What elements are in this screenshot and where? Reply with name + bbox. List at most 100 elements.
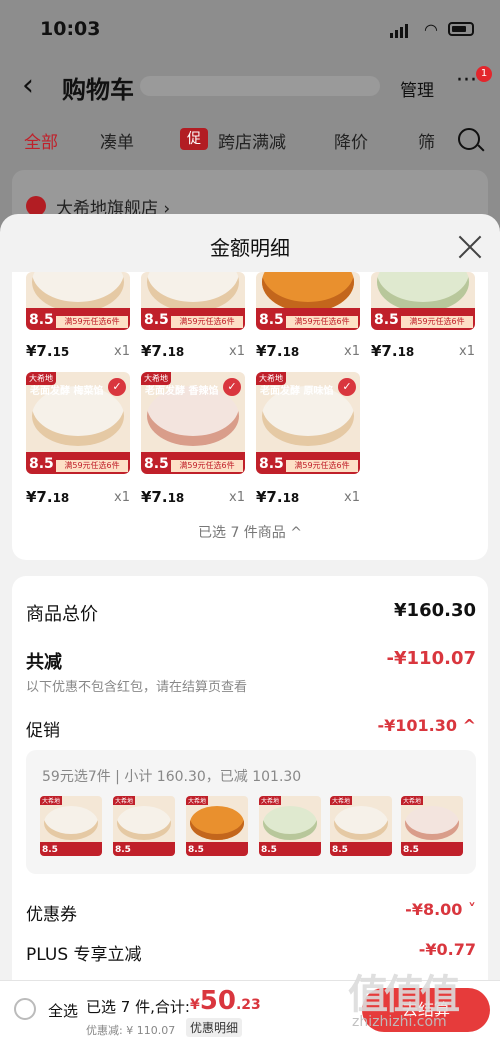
promo-thumb: 大希地 8.5: [186, 796, 248, 856]
thumb-price: 8.5: [374, 312, 399, 328]
plus-discount-label: PLUS 专享立减: [26, 945, 142, 965]
promo-thumb: 大希地 8.5: [113, 796, 175, 856]
tab-price-drop[interactable]: 降价: [334, 128, 368, 153]
page-title: 购物车: [62, 76, 134, 104]
selected-items-toggle[interactable]: 已选 7 件商品 ^: [0, 522, 500, 542]
mini-price: 8.5: [188, 845, 204, 855]
mini-brand: 大希地: [401, 796, 424, 805]
thumb-tagline: 老面发酵 原味馅: [260, 386, 334, 397]
tab-all[interactable]: 全部: [24, 128, 58, 153]
promo-thumb: 大希地 8.5: [401, 796, 463, 856]
product-price: ¥7.18: [256, 342, 300, 360]
plus-discount-value: -¥0.77: [418, 940, 476, 959]
back-arrow-icon[interactable]: ‹: [22, 68, 34, 103]
product-qty: x1: [344, 344, 360, 359]
checked-icon: ✓: [108, 378, 126, 396]
promo-thumb: 大希地 8.5: [330, 796, 392, 856]
manage-button[interactable]: 管理: [400, 76, 434, 101]
thumb-deal: 满59元任选6件: [401, 316, 473, 328]
discount-detail-button[interactable]: 优惠明细: [186, 1018, 243, 1037]
thumb-price: 8.5: [259, 456, 284, 472]
product-price: ¥7.18: [371, 342, 415, 360]
product-qty: x1: [114, 344, 130, 359]
wifi-icon: ◠: [424, 20, 438, 39]
status-bar: 10:03 ◠: [0, 0, 500, 54]
coupon-value[interactable]: -¥8.00 ˅: [405, 900, 476, 919]
promo-tag-icon: 促: [180, 128, 208, 150]
thumb-price: 8.5: [29, 456, 54, 472]
discount-amount: 优惠减: ¥ 110.07: [86, 1024, 176, 1037]
mini-price: 8.5: [115, 845, 131, 855]
reduction-label: 共减: [26, 652, 62, 673]
product-thumb[interactable]: 8.5 满59元任选6件: [371, 272, 475, 330]
tab-filter[interactable]: 筛: [418, 128, 435, 153]
more-icon[interactable]: ···: [456, 68, 477, 93]
reduction-note: 以下优惠不包含红包，请在结算页查看: [26, 680, 248, 695]
product-thumb[interactable]: 8.5 满59元任选6件: [141, 272, 245, 330]
mini-brand: 大希地: [259, 796, 282, 805]
sheet-title: 金额明细: [210, 236, 290, 260]
product-qty: x1: [344, 490, 360, 505]
promo-thumb: 大希地 8.5: [40, 796, 102, 856]
mini-price: 8.5: [261, 845, 277, 855]
thumb-deal: 满59元任选6件: [171, 316, 243, 328]
mini-price: 8.5: [42, 845, 58, 855]
thumb-tagline: 老面发酵 梅菜馅: [30, 386, 104, 397]
total-price-value: ¥160.30: [394, 600, 476, 621]
thumb-brand: 大希地: [141, 372, 171, 385]
product-price: ¥7.18: [26, 488, 70, 506]
thumb-price: 8.5: [144, 312, 169, 328]
grand-total: ¥50.23: [190, 986, 261, 1016]
reduction-value: -¥110.07: [386, 648, 476, 669]
product-qty: x1: [229, 490, 245, 505]
promo-label: 促销: [26, 721, 60, 741]
product-thumb[interactable]: 8.5 满59元任选6件: [256, 272, 360, 330]
mini-brand: 大希地: [186, 796, 209, 805]
search-icon[interactable]: [458, 128, 480, 150]
blurred-address: [140, 76, 380, 96]
signal-icon: [390, 24, 408, 38]
coupon-label: 优惠券: [26, 905, 77, 925]
thumb-deal: 满59元任选6件: [56, 316, 128, 328]
promo-thumb: 大希地 8.5: [259, 796, 321, 856]
product-thumb[interactable]: 大希地 老面发酵 香辣馅 ✓ 8.5 满59元任选6件: [141, 372, 245, 474]
thumb-brand: 大希地: [256, 372, 286, 385]
product-price: ¥7.18: [256, 488, 300, 506]
thumb-deal: 满59元任选6件: [286, 316, 358, 328]
product-qty: x1: [459, 344, 475, 359]
notification-badge: 1: [476, 66, 492, 82]
thumb-price: 8.5: [259, 312, 284, 328]
store-checkbox[interactable]: [26, 196, 46, 216]
close-icon[interactable]: [456, 232, 484, 260]
cart-tabs: 全部 凑单 跨店满减 降价 筛: [0, 128, 500, 156]
promo-value[interactable]: -¥101.30 ^: [378, 716, 477, 735]
product-qty: x1: [114, 490, 130, 505]
product-price: ¥7.18: [141, 342, 185, 360]
thumb-tagline: 老面发酵 香辣馅: [145, 386, 219, 397]
thumb-price: 8.5: [29, 312, 54, 328]
watermark-site: zhizhizhi.com: [352, 1014, 447, 1030]
product-price: ¥7.15: [26, 342, 70, 360]
mini-price: 8.5: [403, 845, 419, 855]
total-price-label: 商品总价: [26, 604, 98, 625]
status-time: 10:03: [40, 18, 101, 40]
mini-brand: 大希地: [113, 796, 136, 805]
tab-fill-order[interactable]: 凑单: [100, 128, 134, 153]
picked-count: 已选 7 件,合计:: [86, 998, 190, 1016]
mini-price: 8.5: [332, 845, 348, 855]
select-all-radio[interactable]: [14, 998, 36, 1020]
product-thumb[interactable]: 大希地 老面发酵 梅菜馅 ✓ 8.5 满59元任选6件: [26, 372, 130, 474]
select-all-label[interactable]: 全选: [48, 1000, 78, 1021]
mini-brand: 大希地: [40, 796, 63, 805]
thumb-deal: 满59元任选6件: [286, 460, 358, 472]
product-thumb[interactable]: 大希地 老面发酵 原味馅 ✓ 8.5 满59元任选6件: [256, 372, 360, 474]
product-qty: x1: [229, 344, 245, 359]
thumb-brand: 大希地: [26, 372, 56, 385]
checked-icon: ✓: [338, 378, 356, 396]
tab-cross-store[interactable]: 跨店满减: [218, 128, 286, 153]
thumb-deal: 满59元任选6件: [56, 460, 128, 472]
checked-icon: ✓: [223, 378, 241, 396]
mini-brand: 大希地: [330, 796, 353, 805]
product-thumb[interactable]: 8.5 满59元任选6件: [26, 272, 130, 330]
thumb-deal: 满59元任选6件: [171, 460, 243, 472]
